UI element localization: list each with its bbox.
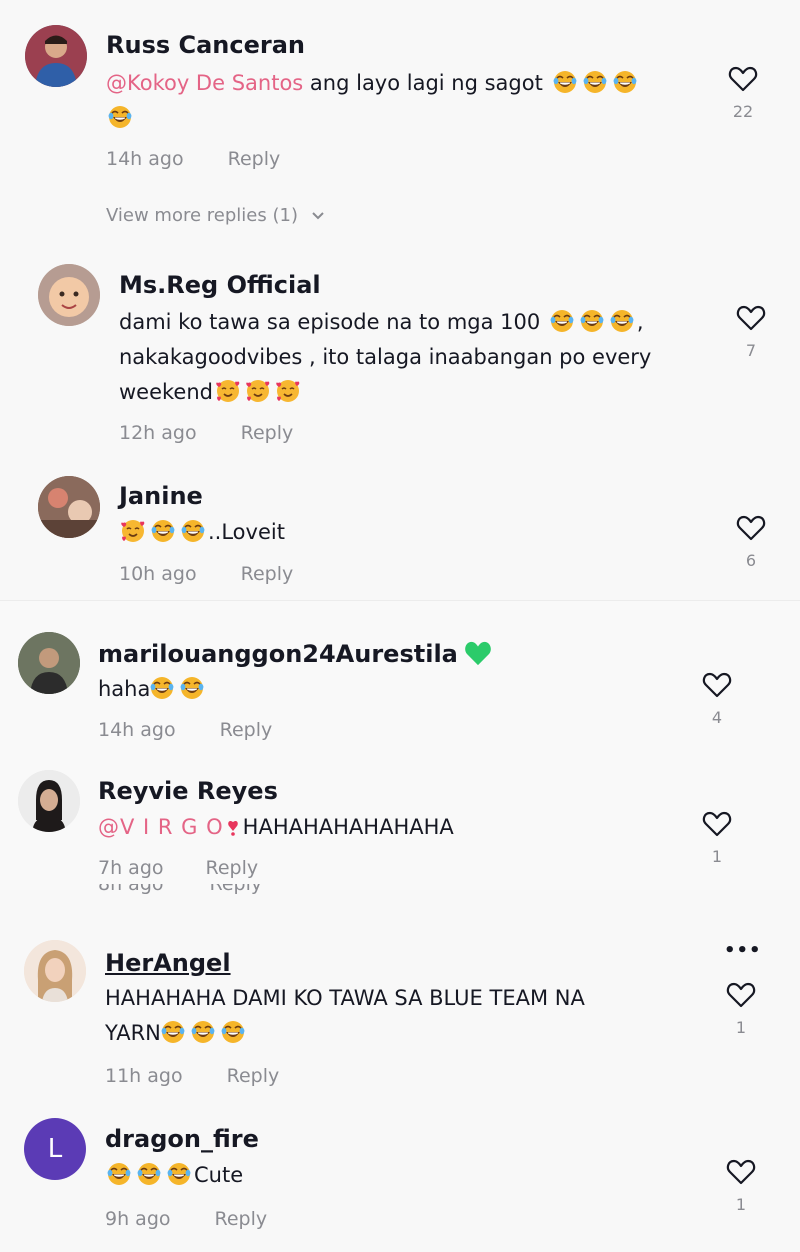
comment-meta: 14h ago Reply — [98, 719, 272, 741]
avatar[interactable] — [25, 25, 87, 87]
tears-of-joy-emoji — [580, 309, 604, 333]
commenter-name[interactable]: Russ Canceran — [106, 31, 305, 59]
like-button[interactable]: 6 — [721, 513, 781, 570]
avatar-photo — [18, 770, 80, 832]
tears-of-joy-emoji — [550, 309, 574, 333]
smiling-face-with-hearts-emoji — [216, 379, 240, 403]
reply-button[interactable]: Reply — [206, 857, 259, 879]
tears-of-joy-emoji — [151, 519, 175, 543]
comment-text: HAHAHAHA DAMI KO TAWA SA BLUE TEAM NA YA… — [105, 986, 585, 1045]
heart-outline-icon — [728, 64, 758, 94]
timestamp: 14h ago — [106, 148, 184, 170]
tears-of-joy-emoji — [150, 676, 174, 700]
timestamp: 12h ago — [119, 422, 197, 444]
comment-text: Cute — [105, 1158, 605, 1193]
like-button[interactable]: 22 — [713, 64, 773, 121]
mention-link[interactable]: @V I R G O — [98, 815, 224, 839]
like-count: 22 — [732, 102, 754, 121]
comment-text: haha — [98, 672, 598, 707]
like-count: 1 — [735, 1195, 747, 1214]
avatar[interactable] — [38, 264, 100, 326]
reply-button[interactable]: Reply — [215, 1208, 268, 1230]
like-count: 4 — [711, 708, 723, 727]
comment-meta: 9h ago Reply — [105, 1208, 267, 1230]
commenter-name[interactable]: marilouanggon24Aurestila — [98, 640, 492, 668]
tears-of-joy-emoji — [191, 1020, 215, 1044]
comment-meta: 11h ago Reply — [105, 1065, 279, 1087]
reply-button[interactable]: Reply — [220, 719, 273, 741]
heart-outline-icon — [736, 513, 766, 543]
chevron-down-icon — [311, 212, 324, 220]
like-count: 1 — [711, 847, 723, 866]
reply-button[interactable]: Reply — [228, 148, 281, 170]
tears-of-joy-emoji — [221, 1020, 245, 1044]
avatar[interactable] — [18, 770, 80, 832]
mention-link[interactable]: @Kokoy De Santos — [106, 71, 303, 95]
avatar[interactable] — [24, 940, 86, 1002]
tears-of-joy-emoji — [553, 70, 577, 94]
clipped-comment-meta: 8h ago Reply — [98, 884, 263, 895]
reply-button[interactable]: Reply — [241, 563, 294, 585]
tears-of-joy-emoji — [613, 70, 637, 94]
avatar-initial: L — [47, 1134, 63, 1164]
timestamp: 11h ago — [105, 1065, 183, 1087]
avatar[interactable] — [38, 476, 100, 538]
timestamp: 10h ago — [119, 563, 197, 585]
commenter-name[interactable]: HerAngel — [105, 949, 231, 977]
tears-of-joy-emoji — [181, 519, 205, 543]
like-count: 6 — [745, 551, 757, 570]
commenter-name[interactable]: Janine — [119, 482, 203, 510]
tears-of-joy-emoji — [583, 70, 607, 94]
view-more-replies-button[interactable]: View more replies (1) — [106, 205, 326, 226]
commenter-name[interactable]: Ms.Reg Official — [119, 271, 321, 299]
like-button[interactable]: 7 — [721, 303, 781, 360]
smiling-face-with-hearts-emoji — [121, 519, 145, 543]
timestamp: 14h ago — [98, 719, 176, 741]
tears-of-joy-emoji — [108, 105, 132, 129]
like-count: 1 — [735, 1018, 747, 1037]
like-button[interactable]: 1 — [687, 809, 747, 866]
smiling-face-with-hearts-emoji — [276, 379, 300, 403]
reply-button[interactable]: Reply — [227, 1065, 280, 1087]
heart-outline-icon — [736, 303, 766, 333]
timestamp: 9h ago — [105, 1208, 171, 1230]
comment-meta: 7h ago Reply — [98, 857, 258, 879]
commenter-name[interactable]: dragon_fire — [105, 1125, 259, 1153]
green-heart-emoji — [465, 641, 491, 666]
avatar[interactable] — [18, 632, 80, 694]
avatar-photo — [38, 476, 100, 538]
comment-text: @Kokoy De Santos ang layo lagi ng sagot — [106, 66, 706, 136]
like-button[interactable]: 4 — [687, 670, 747, 727]
avatar-photo — [24, 940, 86, 1002]
reply-button[interactable]: Reply — [241, 422, 294, 444]
heart-outline-icon — [702, 809, 732, 839]
avatar[interactable]: L — [24, 1118, 86, 1180]
comment-text: dami ko tawa sa episode na to mga 100 , … — [119, 309, 652, 404]
heart-outline-icon — [702, 670, 732, 700]
tears-of-joy-emoji — [161, 1020, 185, 1044]
more-options-button[interactable]: ••• — [724, 940, 762, 961]
tears-of-joy-emoji — [107, 1162, 131, 1186]
comment-text: ..Loveit — [119, 515, 619, 550]
like-button[interactable]: 1 — [711, 980, 771, 1037]
like-button[interactable]: 1 — [711, 1157, 771, 1214]
avatar-photo — [38, 264, 100, 326]
tears-of-joy-emoji — [180, 676, 204, 700]
tears-of-joy-emoji — [610, 309, 634, 333]
comment-text: @V I R G O HAHAHAHAHAHAHA — [98, 815, 454, 839]
tears-of-joy-emoji — [167, 1162, 191, 1186]
heart-outline-icon — [726, 1157, 756, 1187]
timestamp: 7h ago — [98, 857, 164, 879]
avatar-photo — [25, 25, 87, 87]
like-count: 7 — [745, 341, 757, 360]
heart-outline-icon — [726, 980, 756, 1010]
commenter-name[interactable]: Reyvie Reyes — [98, 777, 278, 805]
avatar-photo — [18, 632, 80, 694]
comment-meta: 12h ago Reply — [119, 422, 293, 444]
comment-meta: 14h ago Reply — [106, 148, 280, 170]
comment-meta: 10h ago Reply — [119, 563, 293, 585]
exclamation-heart-icon — [227, 820, 238, 836]
smiling-face-with-hearts-emoji — [246, 379, 270, 403]
tears-of-joy-emoji — [137, 1162, 161, 1186]
